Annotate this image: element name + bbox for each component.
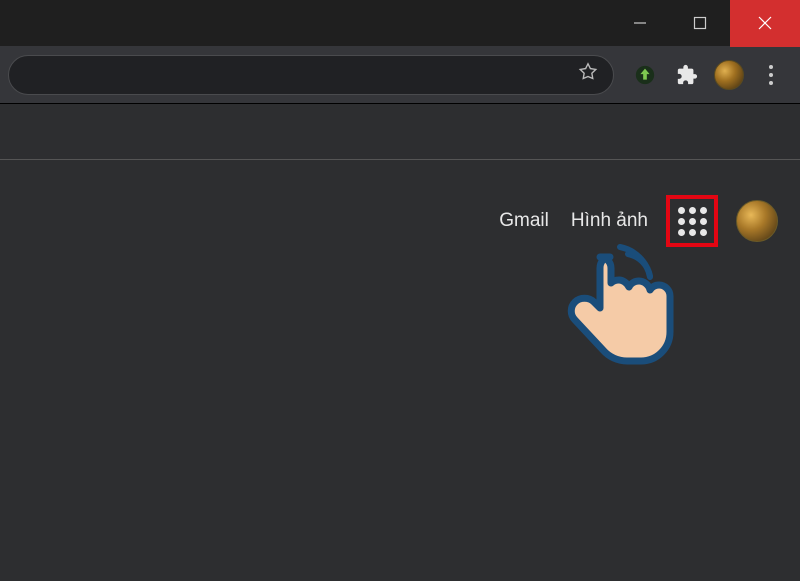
apps-grid-button[interactable]	[670, 199, 714, 243]
minimize-button[interactable]	[610, 0, 670, 46]
page-content: Gmail Hình ảnh	[0, 104, 800, 581]
browser-menu-button[interactable]	[754, 58, 788, 92]
kebab-icon	[756, 65, 786, 85]
browser-toolbar	[0, 46, 800, 104]
google-header-links: Gmail Hình ảnh	[499, 199, 778, 243]
close-button[interactable]	[730, 0, 800, 47]
window-title-bar	[0, 0, 800, 46]
account-avatar[interactable]	[736, 200, 778, 242]
apps-grid-icon	[678, 207, 707, 236]
images-link[interactable]: Hình ảnh	[571, 210, 648, 232]
avatar-icon	[714, 60, 744, 90]
extensions-icon[interactable]	[670, 58, 704, 92]
page-divider	[0, 159, 800, 160]
idm-extension-icon[interactable]	[628, 58, 662, 92]
address-bar[interactable]	[8, 55, 614, 95]
hand-cursor-annotation	[538, 239, 678, 394]
bookmark-star-icon[interactable]	[577, 61, 599, 88]
profile-avatar-small[interactable]	[712, 58, 746, 92]
maximize-button[interactable]	[670, 0, 730, 46]
gmail-link[interactable]: Gmail	[499, 210, 549, 232]
